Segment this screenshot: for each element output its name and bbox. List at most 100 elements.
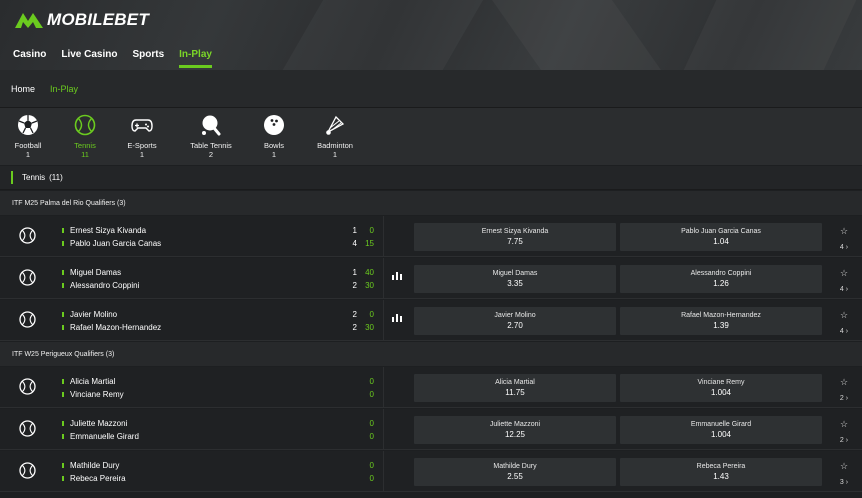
player-2: Rebeca Pereira bbox=[62, 472, 362, 485]
site-header: MOBILEBET Casino Live Casino Sports In-P… bbox=[0, 0, 862, 70]
stats-icon[interactable] bbox=[392, 267, 402, 280]
tennis-ball-icon bbox=[19, 378, 36, 395]
main-nav: Casino Live Casino Sports In-Play bbox=[13, 48, 227, 68]
odds-button-home[interactable]: Javier Molino 2.70 bbox=[414, 307, 616, 335]
set-score-1: 2 bbox=[352, 310, 357, 319]
player-name: Juliette Mazzoni bbox=[70, 419, 128, 428]
odds-value: 2.55 bbox=[507, 472, 523, 481]
header-pattern bbox=[670, 0, 862, 70]
stats-icon[interactable] bbox=[392, 309, 402, 322]
league-header[interactable]: ITF W25 Perigueux Qualifiers (3) bbox=[0, 342, 862, 366]
odds-value: 1.004 bbox=[710, 430, 732, 439]
set-score: 14 bbox=[343, 224, 357, 250]
nav-live-casino[interactable]: Live Casino bbox=[61, 48, 117, 68]
sport-name: Bowls bbox=[263, 141, 284, 150]
section-title: Tennis (11) bbox=[0, 166, 862, 190]
breadcrumb-home[interactable]: Home bbox=[11, 84, 35, 94]
star-icon[interactable]: ☆ bbox=[835, 226, 853, 236]
game-score-1: 40 bbox=[365, 268, 374, 277]
tennis-ball-icon bbox=[19, 462, 36, 479]
odds-button-home[interactable]: Ernest Sizya Kivanda 7.75 bbox=[414, 223, 616, 251]
sport-football[interactable]: Football 1 bbox=[0, 114, 58, 160]
odds-button-home[interactable]: Miguel Damas 3.35 bbox=[414, 265, 616, 293]
more-markets[interactable]: ☆ 2 › bbox=[835, 419, 853, 447]
odds-button-away[interactable]: Emmanuelle Girard 1.004 bbox=[620, 416, 822, 444]
sports-filter-bar: Football 1 Tennis 11 E-Sports 1 Table Te… bbox=[0, 108, 862, 165]
player-name: Miguel Damas bbox=[70, 268, 122, 277]
odds-button-home[interactable]: Alicia Martial 11.75 bbox=[414, 374, 616, 402]
star-icon[interactable]: ☆ bbox=[835, 419, 853, 429]
divider bbox=[383, 409, 384, 450]
odds-value: 3.35 bbox=[507, 279, 523, 288]
more-markets[interactable]: ☆ 4 › bbox=[835, 226, 853, 254]
serve-indicator bbox=[62, 421, 64, 426]
odds-name: Vinciane Remy bbox=[697, 379, 745, 386]
event-row[interactable]: Javier Molino Rafael Mazon-Hernandez 2 2 0 30… bbox=[0, 300, 862, 341]
sport-table-tennis[interactable]: Table Tennis 2 bbox=[181, 114, 241, 160]
player-name: Ernest Sizya Kivanda bbox=[70, 226, 147, 235]
game-score-1: 0 bbox=[369, 310, 374, 319]
odds-name: Pablo Juan Garcia Canas bbox=[681, 228, 761, 235]
game-score: 0 15 bbox=[360, 224, 374, 250]
odds-value: 7.75 bbox=[507, 237, 523, 246]
league-header[interactable]: ITF M25 Palma del Rio Qualifiers (3) bbox=[0, 191, 862, 215]
sport-name: Tennis bbox=[74, 141, 96, 150]
event-row[interactable]: Alicia Martial Vinciane Remy 0 0 Alicia Mart… bbox=[0, 367, 862, 408]
more-markets[interactable]: ☆ 2 › bbox=[835, 377, 853, 405]
more-markets[interactable]: ☆ 4 › bbox=[835, 310, 853, 338]
breadcrumb-in-play[interactable]: In-Play bbox=[50, 84, 78, 94]
odds-button-away[interactable]: Pablo Juan Garcia Canas 1.04 bbox=[620, 223, 822, 251]
set-score bbox=[343, 459, 357, 485]
sport-bowls[interactable]: Bowls 1 bbox=[244, 114, 304, 160]
player-1: Alicia Martial bbox=[62, 375, 362, 388]
odds-button-away[interactable]: Rafael Mazon-Hernandez 1.39 bbox=[620, 307, 822, 335]
event-row[interactable]: Miguel Damas Alessandro Coppini 1 2 40 30 Migu… bbox=[0, 258, 862, 299]
star-icon[interactable]: ☆ bbox=[835, 461, 853, 471]
more-markets[interactable]: ☆ 3 › bbox=[835, 461, 853, 489]
table-tennis-icon bbox=[202, 115, 221, 136]
star-icon[interactable]: ☆ bbox=[835, 268, 853, 278]
odds-button-home[interactable]: Mathilde Dury 2.55 bbox=[414, 458, 616, 486]
odds-name: Alicia Martial bbox=[495, 379, 535, 386]
divider bbox=[383, 451, 384, 492]
tennis-ball-icon bbox=[19, 311, 36, 328]
sport-tennis[interactable]: Tennis 11 bbox=[55, 114, 115, 160]
star-icon[interactable]: ☆ bbox=[835, 310, 853, 320]
sport-name: E-Sports bbox=[127, 141, 157, 150]
sport-esports[interactable]: E-Sports 1 bbox=[112, 114, 172, 160]
nav-sports[interactable]: Sports bbox=[132, 48, 164, 68]
odds-name: Ernest Sizya Kivanda bbox=[481, 228, 549, 235]
event-row[interactable]: Juliette Mazzoni Emmanuelle Girard 0 0 Julie… bbox=[0, 409, 862, 450]
set-score-1 bbox=[343, 375, 357, 388]
odds-button-away[interactable]: Alessandro Coppini 1.26 bbox=[620, 265, 822, 293]
sport-badminton[interactable]: Badminton 1 bbox=[305, 114, 365, 160]
chevron-right-icon: › bbox=[843, 479, 849, 486]
player-name: Rafael Mazon-Hernandez bbox=[70, 323, 162, 332]
odds-value: 1.04 bbox=[713, 237, 729, 246]
sport-count: 1 bbox=[139, 150, 145, 159]
brand-logo[interactable]: MOBILEBET bbox=[14, 10, 149, 30]
odds-button-away[interactable]: Vinciane Remy 1.004 bbox=[620, 374, 822, 402]
chevron-right-icon: › bbox=[843, 437, 849, 444]
more-markets[interactable]: ☆ 4 › bbox=[835, 268, 853, 296]
event-row[interactable]: Mathilde Dury Rebeca Pereira 0 0 Mathilde Du… bbox=[0, 451, 862, 492]
sport-count: 1 bbox=[332, 150, 338, 159]
nav-in-play[interactable]: In-Play bbox=[179, 48, 212, 68]
game-score: 00 bbox=[360, 459, 374, 485]
player-1: Mathilde Dury bbox=[62, 459, 362, 472]
game-score-2: 0 bbox=[369, 474, 374, 483]
odds-name: Miguel Damas bbox=[492, 270, 538, 277]
nav-casino[interactable]: Casino bbox=[13, 48, 46, 68]
game-score: 40 30 bbox=[360, 266, 374, 292]
player-2: Rafael Mazon-Hernandez bbox=[62, 321, 362, 334]
star-icon[interactable]: ☆ bbox=[835, 377, 853, 387]
bowling-ball-icon bbox=[264, 115, 284, 135]
player-2: Alessandro Coppini bbox=[62, 279, 362, 292]
section-accent bbox=[11, 171, 13, 184]
tennis-ball-icon bbox=[19, 227, 36, 244]
odds-button-away[interactable]: Rebeca Pereira 1.43 bbox=[620, 458, 822, 486]
game-score: 00 bbox=[360, 375, 374, 401]
odds-button-home[interactable]: Juliette Mazzoni 12.25 bbox=[414, 416, 616, 444]
event-row[interactable]: Ernest Sizya Kivanda Pablo Juan Garcia Ca… bbox=[0, 216, 862, 257]
event-players: Juliette Mazzoni Emmanuelle Girard bbox=[62, 417, 362, 443]
